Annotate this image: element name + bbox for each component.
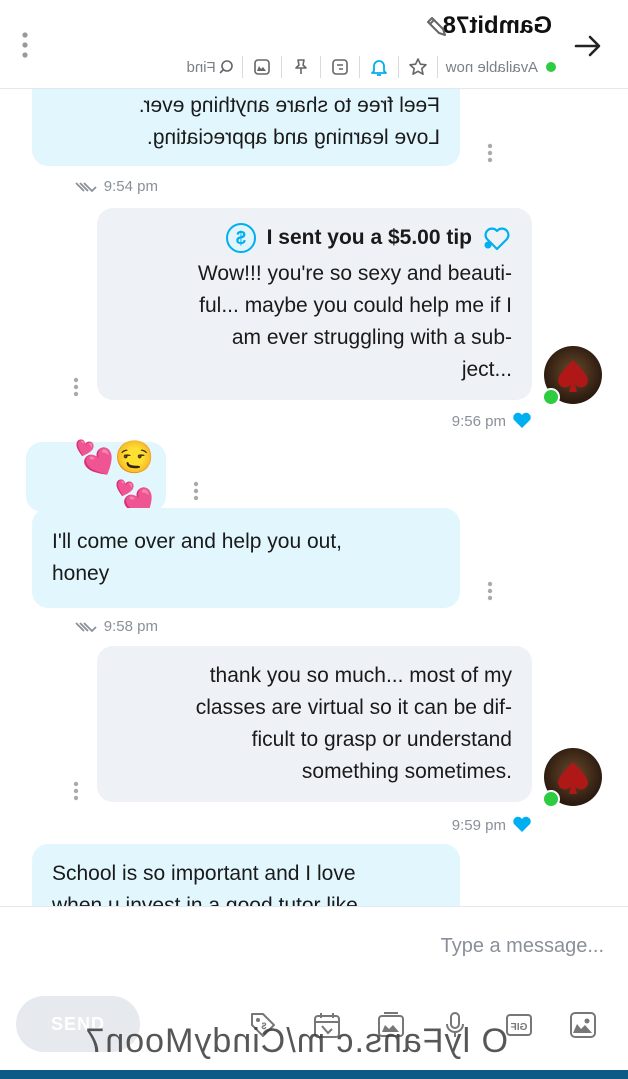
star-icon[interactable] [407,56,429,78]
message-incoming[interactable]: thank you so much... most of my classes … [97,646,532,802]
bottom-bar [0,1070,628,1079]
message-time: 9:54 pm [68,178,158,195]
find-button[interactable]: Find [187,59,234,76]
double-check-icon [75,621,97,632]
image-icon[interactable] [566,1008,600,1042]
message-list[interactable]: Feel free to share anything ever. Love l… [0,88,628,906]
edit-icon[interactable] [424,14,450,40]
chat-username[interactable]: Gambit78 [443,12,552,40]
message-options-icon[interactable] [72,780,80,802]
bell-icon[interactable] [368,56,390,78]
message-time: 9:59 pm [452,816,532,834]
find-label: Find [186,58,216,76]
message-time: 9:56 pm [452,412,532,430]
divider [358,56,360,78]
tip-row: $ I sent you a $5.00 tip [117,222,512,254]
message-text: School is so important and I love when u… [52,862,358,906]
message-outgoing[interactable]: I'll come over and help you out, honey [32,508,460,608]
message-outgoing[interactable]: Feel free to share anything ever. Love l… [32,88,460,166]
message-options-icon[interactable] [486,580,494,602]
dollar-coin-icon: $ [225,223,256,253]
message-text: thank you so much... most of my classes … [195,664,512,783]
double-check-icon [75,181,97,192]
image-icon[interactable] [251,56,273,78]
online-dot [542,790,560,808]
sender-avatar[interactable] [542,346,602,406]
divider [397,56,399,78]
svg-text:GIF: GIF [511,1022,528,1033]
svg-text:$: $ [236,228,246,248]
message-composer [0,906,628,997]
message-text: I'll come over and help you out, honey [52,530,343,585]
message-outgoing[interactable]: School is so important and I love when u… [32,844,460,906]
chat-header: Gambit78 Available now Find [0,0,628,89]
message-options-icon[interactable] [72,376,80,398]
watermark-text: O lyFans.c m/CindyMoon7 [84,1022,508,1060]
message-text: Feel free to share anything ever. Love l… [138,94,440,149]
message-time-label: 9:54 pm [103,178,158,195]
chat-header-toolbar: Available now Find [187,54,556,80]
tag-icon[interactable] [329,56,351,78]
divider [280,56,282,78]
message-outgoing[interactable]: 😏💕💕 [26,439,166,515]
message-text: Wow!!! you're so sexy and beauti- ful...… [197,262,512,381]
search-icon [219,60,233,74]
heart-filled-icon [513,816,531,832]
divider [436,56,438,78]
message-time-label: 9:59 pm [451,816,506,834]
divider [241,56,243,78]
sender-avatar[interactable] [542,748,602,808]
online-dot [546,62,556,72]
message-text: 😏💕💕 [74,439,154,515]
message-time-label: 9:56 pm [451,412,506,430]
pin-icon[interactable] [290,56,312,78]
online-dot [542,388,560,406]
message-incoming[interactable]: $ I sent you a $5.00 tip Wow!!! you're s… [97,208,532,400]
message-time: 9:58 pm [68,618,158,635]
more-icon[interactable] [18,30,32,60]
heart-icon[interactable] [482,224,512,252]
message-options-icon[interactable] [486,142,494,164]
tip-label: I sent you a $5.00 tip [266,226,472,249]
heart-filled-icon [513,412,531,428]
message-input[interactable] [22,925,606,967]
back-arrow-icon[interactable] [570,28,606,64]
message-options-icon[interactable] [192,480,200,502]
divider [319,56,321,78]
message-time-label: 9:58 pm [103,618,158,635]
online-status: Available now [445,58,538,76]
